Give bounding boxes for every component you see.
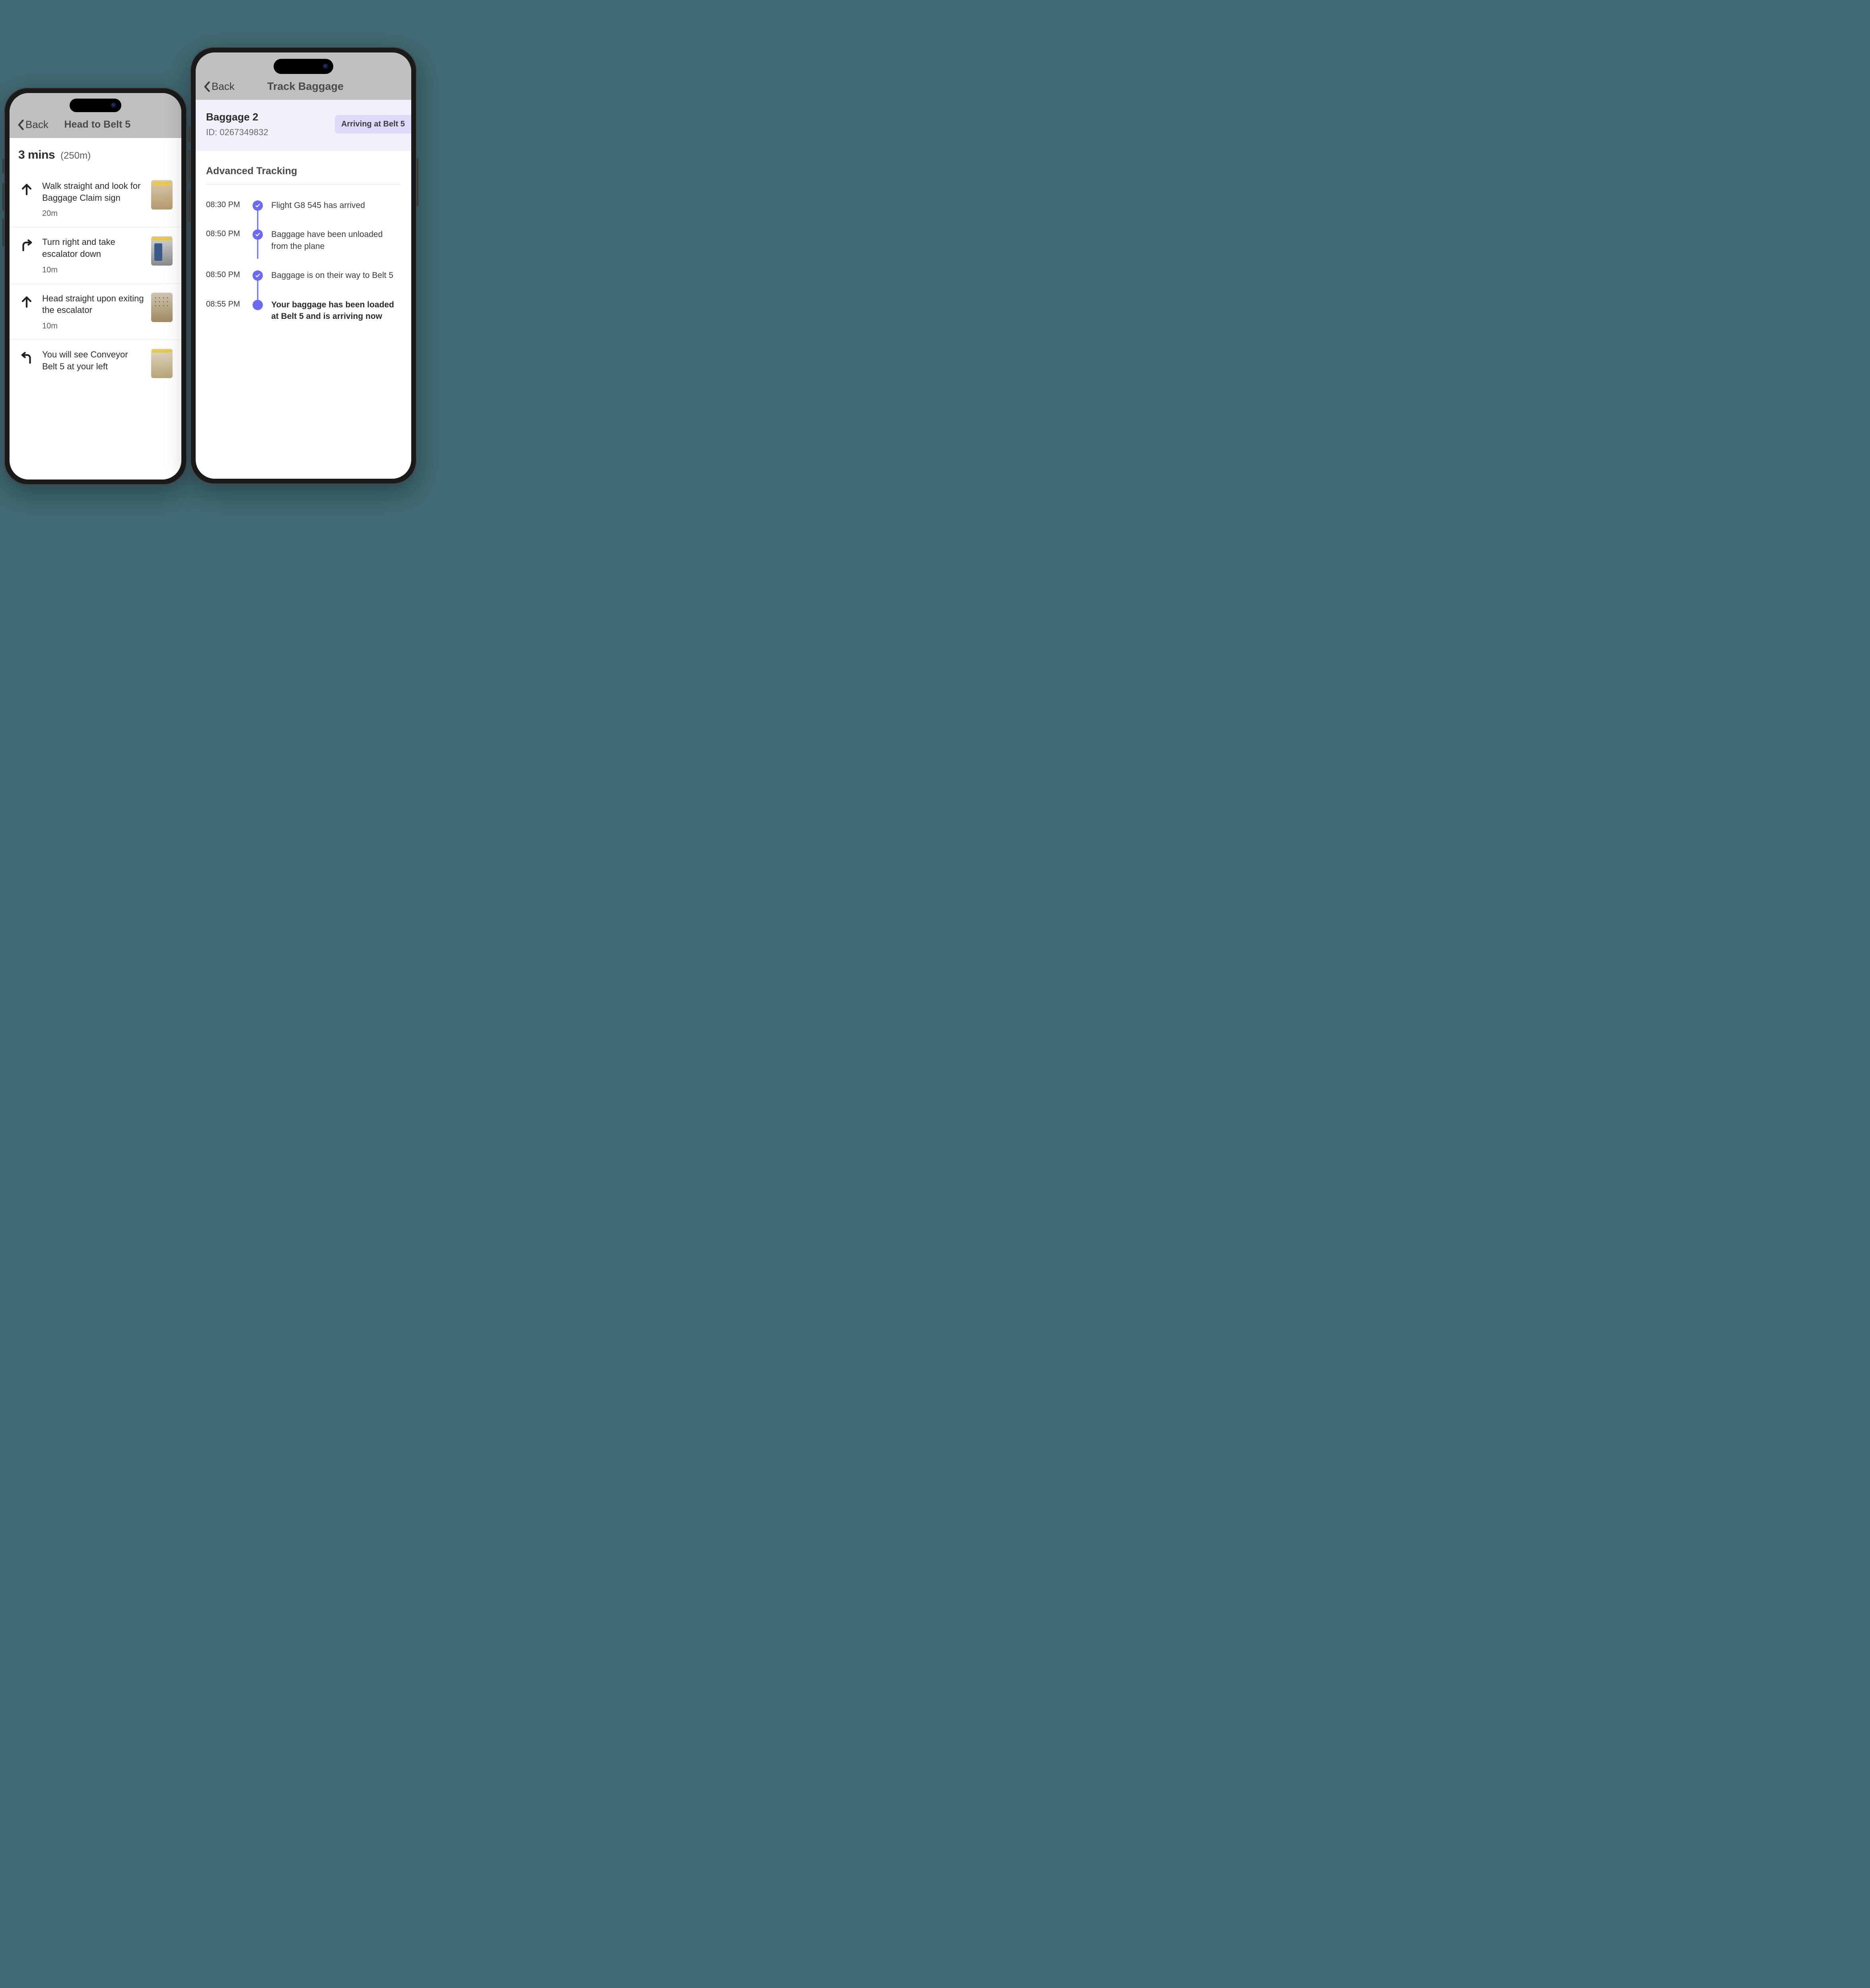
step-thumbnail [151,180,173,210]
step-distance: 10m [42,322,144,331]
check-icon [253,270,263,281]
event-text: Flight G8 545 has arrived [271,200,401,211]
direction-step[interactable]: You will see Conveyor Belt 5 at your lef… [10,340,181,387]
section-title: Advanced Tracking [196,151,411,184]
event-time: 08:55 PM [206,299,244,309]
step-text: You will see Conveyor Belt 5 at your lef… [42,349,144,372]
side-button [2,183,4,211]
eta-distance: (250m) [60,150,91,161]
phone-frame-directions: Back Head to Belt 5 3 mins (250m) Walk s… [4,87,187,485]
check-icon [253,229,263,240]
step-thumbnail [151,293,173,322]
step-distance: 20m [42,209,144,218]
page-title: Head to Belt 5 [21,119,174,130]
step-distance: 10m [42,266,144,275]
step-text: Walk straight and look for Baggage Claim… [42,180,144,204]
side-button [417,158,418,206]
event-text: Baggage have been unloaded from the plan… [271,229,401,252]
timeline-connector [257,239,259,259]
arrow-up-icon [18,180,35,196]
direction-step[interactable]: Turn right and take escalator down 10m [10,227,181,283]
timeline-event: 08:30 PM Flight G8 545 has arrived [206,191,401,220]
direction-step[interactable]: Walk straight and look for Baggage Claim… [10,171,181,227]
step-text: Head straight upon exiting the escalator [42,293,144,316]
timeline-node [252,229,263,240]
screen-tracking: Back Track Baggage Baggage 2 ID: 0267349… [196,52,411,479]
screen-directions: Back Head to Belt 5 3 mins (250m) Walk s… [10,93,181,480]
step-thumbnail [151,349,173,378]
dynamic-island [274,59,333,74]
side-button [189,190,190,222]
timeline-event: 08:50 PM Baggage is on their way to Belt… [206,261,401,290]
status-badge: Arriving at Belt 5 [335,115,411,134]
page-title: Track Baggage [207,80,404,93]
baggage-id: ID: 0267349832 [206,127,268,138]
timeline-node [252,200,263,211]
eta-time: 3 mins [18,148,55,162]
side-button [189,150,190,182]
turn-right-icon [18,236,35,252]
tracking-timeline: 08:30 PM Flight G8 545 has arrived 08:50… [196,184,411,331]
phone-frame-tracking: Back Track Baggage Baggage 2 ID: 0267349… [190,47,417,484]
side-button [189,126,190,142]
arrow-up-icon [18,293,35,309]
timeline-event: 08:50 PM Baggage have been unloaded from… [206,220,401,261]
side-button [2,219,4,247]
timeline-node [252,270,263,281]
event-time: 08:50 PM [206,270,244,280]
timeline-node [252,299,263,310]
event-text: Baggage is on their way to Belt 5 [271,270,401,281]
side-button [2,159,4,173]
event-time: 08:30 PM [206,200,244,210]
dynamic-island [70,99,121,112]
timeline-event-current: 08:55 PM Your baggage has been loaded at… [206,290,401,331]
direction-step[interactable]: Head straight upon exiting the escalator… [10,284,181,340]
baggage-summary: Baggage 2 ID: 0267349832 Arriving at Bel… [196,100,411,151]
turn-left-icon [18,349,35,365]
event-time: 08:50 PM [206,229,244,239]
check-icon [253,200,263,211]
current-dot-icon [253,300,263,310]
directions-list: Walk straight and look for Baggage Claim… [10,167,181,387]
baggage-name: Baggage 2 [206,111,268,123]
step-text: Turn right and take escalator down [42,236,144,260]
event-text: Your baggage has been loaded at Belt 5 a… [271,299,401,322]
eta-summary: 3 mins (250m) [10,138,181,167]
step-thumbnail [151,236,173,266]
